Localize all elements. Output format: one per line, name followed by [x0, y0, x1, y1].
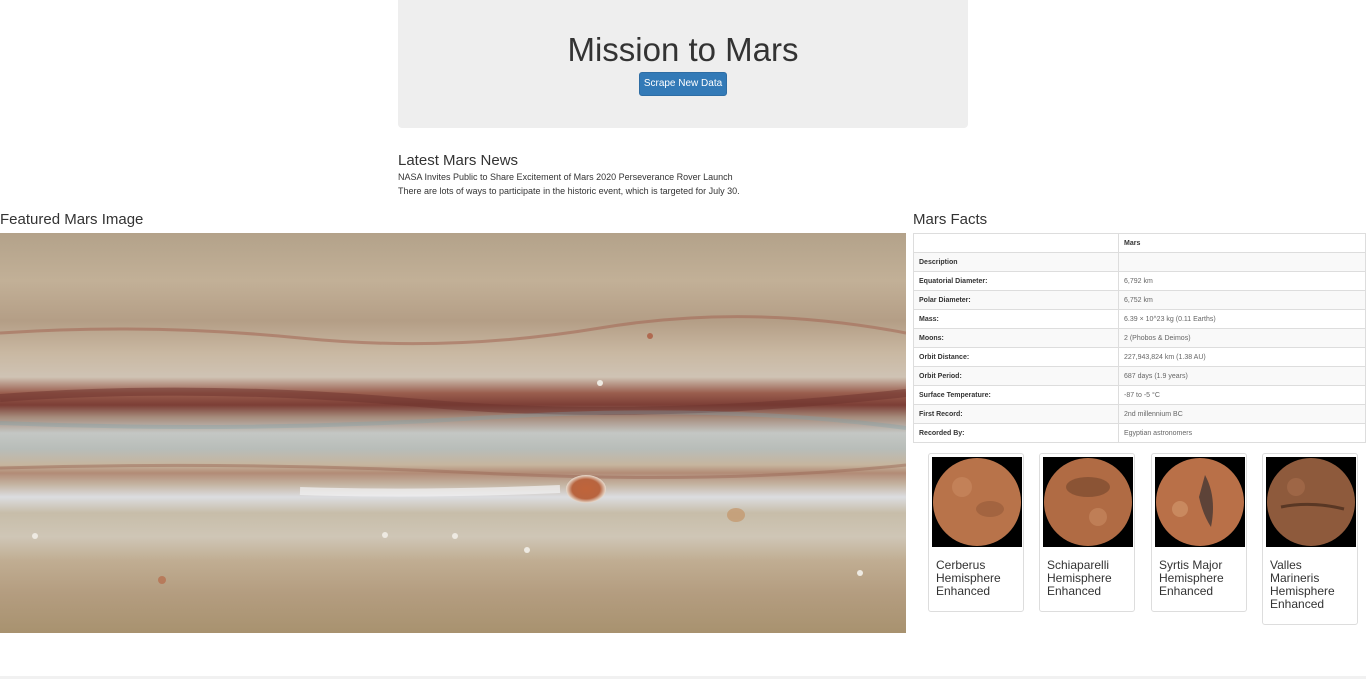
hemisphere-thumbnail[interactable] [1155, 457, 1245, 547]
featured-image-heading: Featured Mars Image [0, 211, 144, 228]
news-title: NASA Invites Public to Share Excitement … [398, 172, 733, 182]
table-row: Moons: 2 (Phobos & Deimos) [913, 328, 1366, 348]
table-row: Orbit Period: 687 days (1.9 years) [913, 366, 1366, 386]
hemisphere-title[interactable]: Valles Marineris Hemisphere Enhanced [1270, 559, 1350, 611]
fact-label: Description [913, 252, 1119, 272]
hemisphere-thumbnail[interactable] [932, 457, 1022, 547]
fact-value: 227,943,824 km (1.38 AU) [1118, 347, 1366, 367]
table-row: Surface Temperature: -87 to -5 °C [913, 385, 1366, 405]
fact-label: Surface Temperature: [913, 385, 1119, 405]
fact-value [1118, 252, 1366, 272]
hemisphere-card-valles-marineris[interactable]: Valles Marineris Hemisphere Enhanced [1262, 453, 1358, 625]
hemisphere-thumbnail[interactable] [1266, 457, 1356, 547]
fact-label: Equatorial Diameter: [913, 271, 1119, 291]
fact-label: Orbit Distance: [913, 347, 1119, 367]
header-jumbotron: Mission to Mars Scrape New Data [398, 0, 968, 128]
fact-value: 2nd millennium BC [1118, 404, 1366, 424]
table-row: Description [913, 252, 1366, 272]
hemisphere-card-cerberus[interactable]: Cerberus Hemisphere Enhanced [928, 453, 1024, 612]
fact-label: Recorded By: [913, 423, 1119, 443]
hemisphere-title[interactable]: Cerberus Hemisphere Enhanced [936, 559, 1016, 598]
table-header-mars: Mars [1118, 233, 1366, 253]
mars-facts-heading: Mars Facts [913, 211, 988, 228]
news-section: Latest Mars News NASA Invites Public to … [398, 152, 998, 198]
hemisphere-thumbnail[interactable] [1043, 457, 1133, 547]
table-row: Recorded By: Egyptian astronomers [913, 423, 1366, 443]
table-row: Mass: 6.39 × 10^23 kg (0.11 Earths) [913, 309, 1366, 329]
news-teaser: There are lots of ways to participate in… [398, 186, 740, 196]
fact-value: 6,792 km [1118, 271, 1366, 291]
table-row: Orbit Distance: 227,943,824 km (1.38 AU) [913, 347, 1366, 367]
table-header-row: Mars [913, 233, 1366, 253]
fact-value: 687 days (1.9 years) [1118, 366, 1366, 386]
hemisphere-card-schiaparelli[interactable]: Schiaparelli Hemisphere Enhanced [1039, 453, 1135, 612]
fact-label: Polar Diameter: [913, 290, 1119, 310]
scrape-new-data-button[interactable]: Scrape New Data [639, 72, 727, 96]
fact-value: 6.39 × 10^23 kg (0.11 Earths) [1118, 309, 1366, 329]
hemisphere-title[interactable]: Schiaparelli Hemisphere Enhanced [1047, 559, 1127, 598]
hemisphere-title[interactable]: Syrtis Major Hemisphere Enhanced [1159, 559, 1239, 598]
page-title: Mission to Mars [567, 31, 799, 68]
mars-facts-table: Mars Description Equatorial Diameter: 6,… [913, 233, 1366, 443]
table-row: Polar Diameter: 6,752 km [913, 290, 1366, 310]
fact-value: 2 (Phobos & Deimos) [1118, 328, 1366, 348]
fact-label: Orbit Period: [913, 366, 1119, 386]
fact-value: -87 to -5 °C [1118, 385, 1366, 405]
news-heading: Latest Mars News [398, 152, 519, 169]
fact-value: 6,752 km [1118, 290, 1366, 310]
table-row: Equatorial Diameter: 6,792 km [913, 271, 1366, 291]
table-row: First Record: 2nd millennium BC [913, 404, 1366, 424]
featured-mars-image [0, 233, 906, 633]
fact-value: Egyptian astronomers [1118, 423, 1366, 443]
fact-label: Mass: [913, 309, 1119, 329]
fact-label: First Record: [913, 404, 1119, 424]
table-header-empty [913, 233, 1119, 253]
hemisphere-card-syrtis-major[interactable]: Syrtis Major Hemisphere Enhanced [1151, 453, 1247, 612]
fact-label: Moons: [913, 328, 1119, 348]
